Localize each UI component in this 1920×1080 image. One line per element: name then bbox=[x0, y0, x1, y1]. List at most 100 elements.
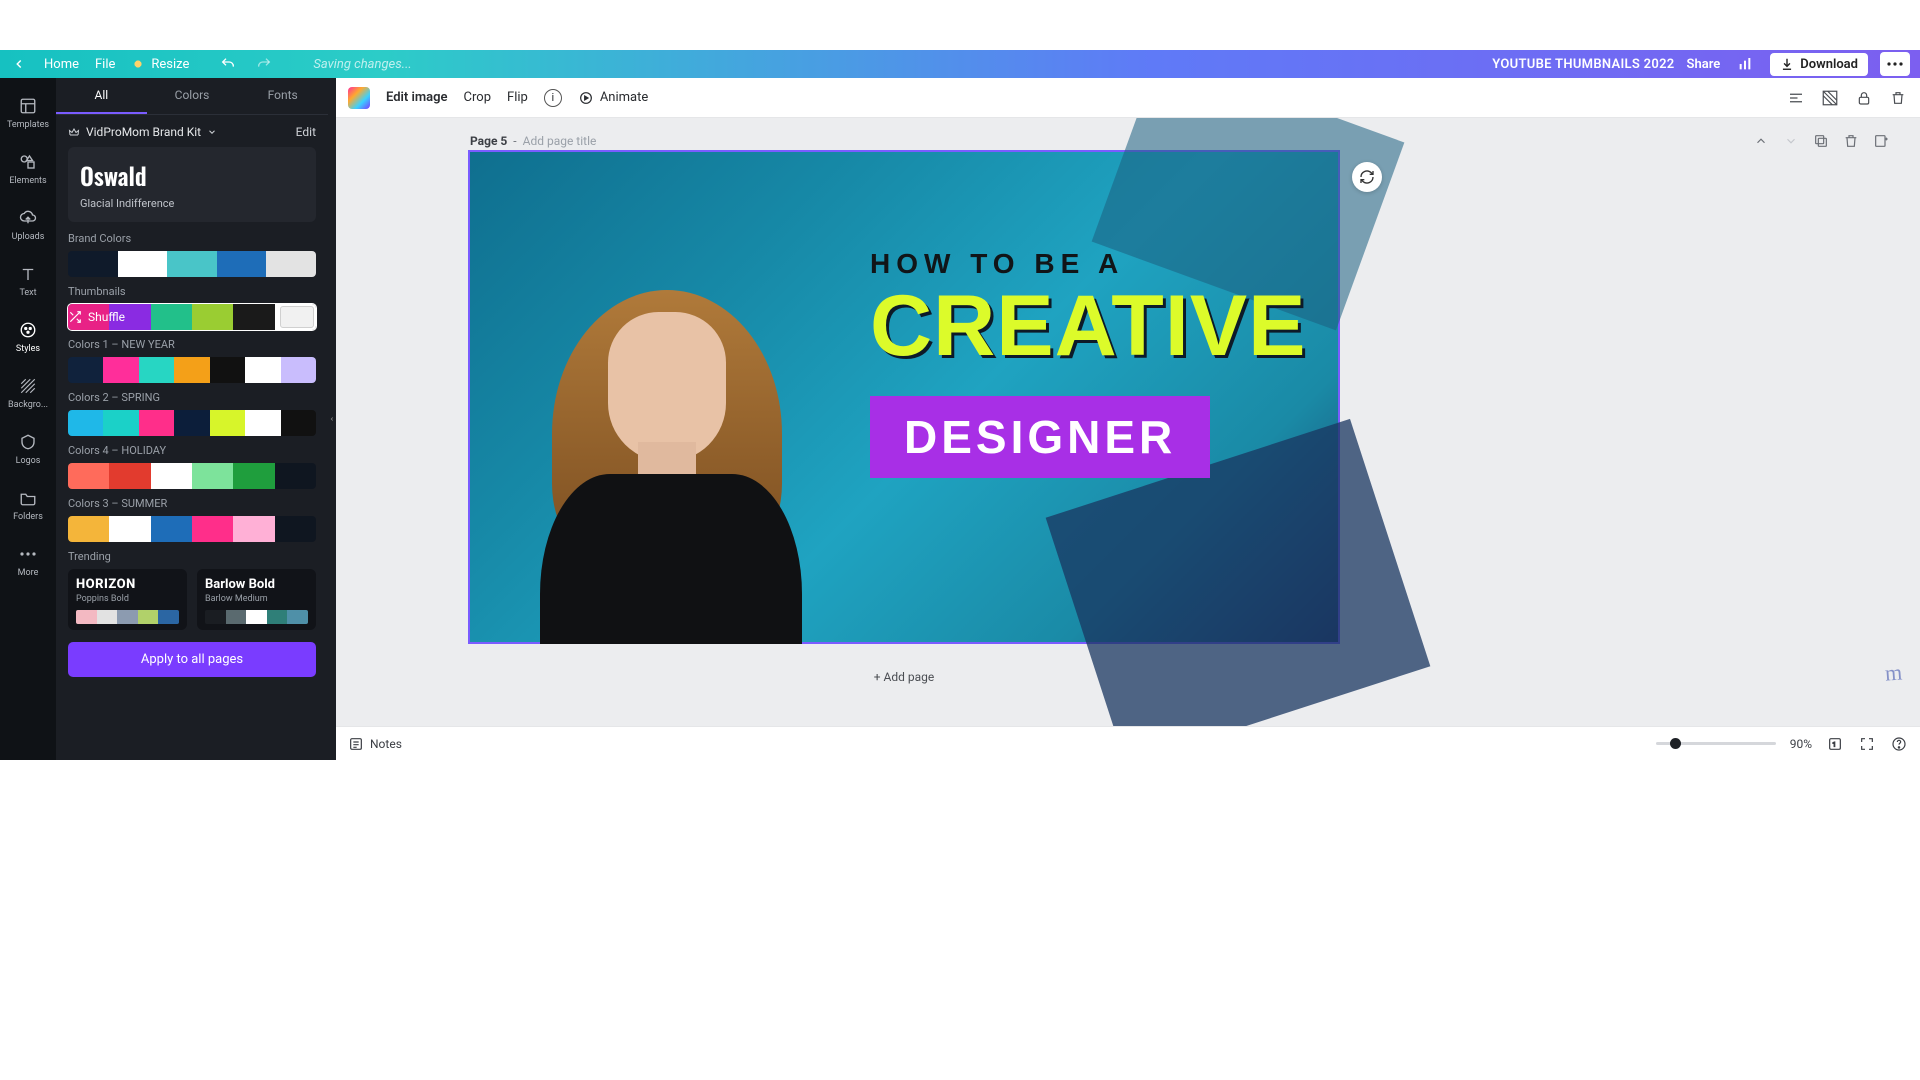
regenerate-button[interactable] bbox=[1352, 162, 1382, 192]
add-page-button[interactable]: + Add page bbox=[470, 662, 1338, 692]
info-icon[interactable]: i bbox=[544, 89, 562, 107]
transparency-icon[interactable] bbox=[1820, 88, 1840, 108]
page-collapse-down-icon[interactable] bbox=[1782, 132, 1800, 150]
rail-logos[interactable]: Logos bbox=[0, 422, 56, 476]
brand-kit-dropdown[interactable]: VidProMom Brand Kit bbox=[68, 125, 217, 139]
color-swatch[interactable] bbox=[68, 251, 118, 277]
trending-card-horizon[interactable]: HORIZON Poppins Bold bbox=[68, 569, 187, 630]
help-icon[interactable] bbox=[1890, 735, 1908, 753]
color-swatch[interactable] bbox=[109, 463, 150, 489]
delete-icon[interactable] bbox=[1888, 88, 1908, 108]
color-swatch[interactable] bbox=[158, 610, 179, 624]
color-swatch[interactable] bbox=[151, 463, 192, 489]
headline-line1[interactable]: HOW TO BE A bbox=[870, 248, 1298, 280]
palette-newyear[interactable] bbox=[68, 357, 316, 383]
color-swatch[interactable] bbox=[151, 304, 192, 330]
resize-button[interactable]: Resize bbox=[131, 57, 189, 72]
rail-elements[interactable]: Elements bbox=[0, 142, 56, 196]
color-swatch[interactable] bbox=[275, 463, 316, 489]
edit-brand-kit[interactable]: Edit bbox=[296, 125, 316, 139]
color-swatch[interactable] bbox=[68, 304, 109, 330]
color-swatch[interactable] bbox=[275, 304, 316, 330]
color-swatch[interactable] bbox=[68, 516, 109, 542]
page-collapse-up-icon[interactable] bbox=[1752, 132, 1770, 150]
image-color-chip[interactable] bbox=[348, 87, 370, 109]
color-swatch[interactable] bbox=[226, 610, 247, 624]
color-swatch[interactable] bbox=[138, 610, 159, 624]
document-title[interactable]: YOUTUBE THUMBNAILS 2022 bbox=[1492, 57, 1674, 72]
color-swatch[interactable] bbox=[174, 357, 209, 383]
tab-fonts[interactable]: Fonts bbox=[237, 78, 328, 114]
color-swatch[interactable] bbox=[68, 357, 103, 383]
palette-holiday[interactable] bbox=[68, 463, 316, 489]
share-button[interactable]: Share bbox=[1687, 57, 1721, 72]
color-swatch[interactable] bbox=[68, 463, 109, 489]
color-swatch[interactable] bbox=[192, 516, 233, 542]
fullscreen-icon[interactable] bbox=[1858, 735, 1876, 753]
color-swatch[interactable] bbox=[109, 516, 150, 542]
color-swatch[interactable] bbox=[281, 357, 316, 383]
back-icon[interactable] bbox=[10, 55, 28, 73]
palette-thumbnails[interactable]: Shuffle bbox=[68, 304, 316, 330]
color-swatch[interactable] bbox=[275, 516, 316, 542]
crop-button[interactable]: Crop bbox=[464, 90, 491, 105]
color-swatch[interactable] bbox=[245, 357, 280, 383]
color-swatch[interactable] bbox=[103, 410, 138, 436]
trending-card-barlow[interactable]: Barlow Bold Barlow Medium bbox=[197, 569, 316, 630]
design-canvas[interactable]: HOW TO BE A CREATIVE DESIGNER bbox=[470, 152, 1338, 642]
color-swatch[interactable] bbox=[139, 410, 174, 436]
color-swatch[interactable] bbox=[233, 516, 274, 542]
redo-button[interactable] bbox=[251, 52, 277, 76]
edit-image-button[interactable]: Edit image bbox=[386, 90, 448, 105]
color-swatch[interactable] bbox=[233, 463, 274, 489]
duplicate-page-icon[interactable] bbox=[1812, 132, 1830, 150]
add-page-icon[interactable] bbox=[1872, 132, 1890, 150]
download-button[interactable]: Download bbox=[1770, 53, 1868, 76]
rail-more[interactable]: More bbox=[0, 534, 56, 588]
color-swatch[interactable] bbox=[217, 251, 267, 277]
color-swatch[interactable] bbox=[109, 304, 150, 330]
color-swatch[interactable] bbox=[245, 410, 280, 436]
animate-button[interactable]: Animate bbox=[578, 90, 648, 106]
rail-styles[interactable]: Styles bbox=[0, 310, 56, 364]
font-set-card[interactable]: Oswald Glacial Indifference bbox=[68, 147, 316, 222]
palette-summer[interactable] bbox=[68, 516, 316, 542]
color-swatch[interactable] bbox=[267, 610, 288, 624]
color-swatch[interactable] bbox=[210, 357, 245, 383]
home-button[interactable]: Home bbox=[44, 57, 79, 72]
rail-text[interactable]: Text bbox=[0, 254, 56, 308]
color-swatch[interactable] bbox=[287, 610, 308, 624]
zoom-slider[interactable] bbox=[1656, 742, 1776, 745]
flip-button[interactable]: Flip bbox=[507, 90, 528, 105]
rail-background[interactable]: Backgro... bbox=[0, 366, 56, 420]
rail-folders[interactable]: Folders bbox=[0, 478, 56, 532]
grid-view-icon[interactable]: 1 bbox=[1826, 735, 1844, 753]
designer-box[interactable]: DESIGNER bbox=[870, 396, 1210, 478]
headline-line2[interactable]: CREATIVE bbox=[870, 286, 1298, 368]
color-swatch[interactable] bbox=[117, 610, 138, 624]
color-swatch[interactable] bbox=[233, 304, 274, 330]
lock-icon[interactable] bbox=[1854, 88, 1874, 108]
position-icon[interactable] bbox=[1786, 88, 1806, 108]
color-swatch[interactable] bbox=[103, 357, 138, 383]
file-menu[interactable]: File bbox=[95, 57, 115, 72]
insights-icon[interactable] bbox=[1732, 52, 1758, 76]
person-image[interactable] bbox=[510, 242, 840, 642]
rail-templates[interactable]: Templates bbox=[0, 86, 56, 140]
apply-all-pages-button[interactable]: Apply to all pages bbox=[68, 642, 316, 677]
color-swatch[interactable] bbox=[118, 251, 168, 277]
color-swatch[interactable] bbox=[174, 410, 209, 436]
palette-spring[interactable] bbox=[68, 410, 316, 436]
canvas-stage[interactable]: Page 5 - Add page title bbox=[336, 118, 1920, 726]
page-title-input[interactable]: Add page title bbox=[523, 134, 597, 148]
color-swatch[interactable] bbox=[266, 251, 316, 277]
color-swatch[interactable] bbox=[192, 463, 233, 489]
color-swatch[interactable] bbox=[68, 410, 103, 436]
palette-brand[interactable] bbox=[68, 251, 316, 277]
color-swatch[interactable] bbox=[151, 516, 192, 542]
color-swatch[interactable] bbox=[210, 410, 245, 436]
zoom-thumb[interactable] bbox=[1670, 738, 1681, 749]
color-swatch[interactable] bbox=[167, 251, 217, 277]
color-swatch[interactable] bbox=[205, 610, 226, 624]
tab-colors[interactable]: Colors bbox=[147, 78, 238, 114]
